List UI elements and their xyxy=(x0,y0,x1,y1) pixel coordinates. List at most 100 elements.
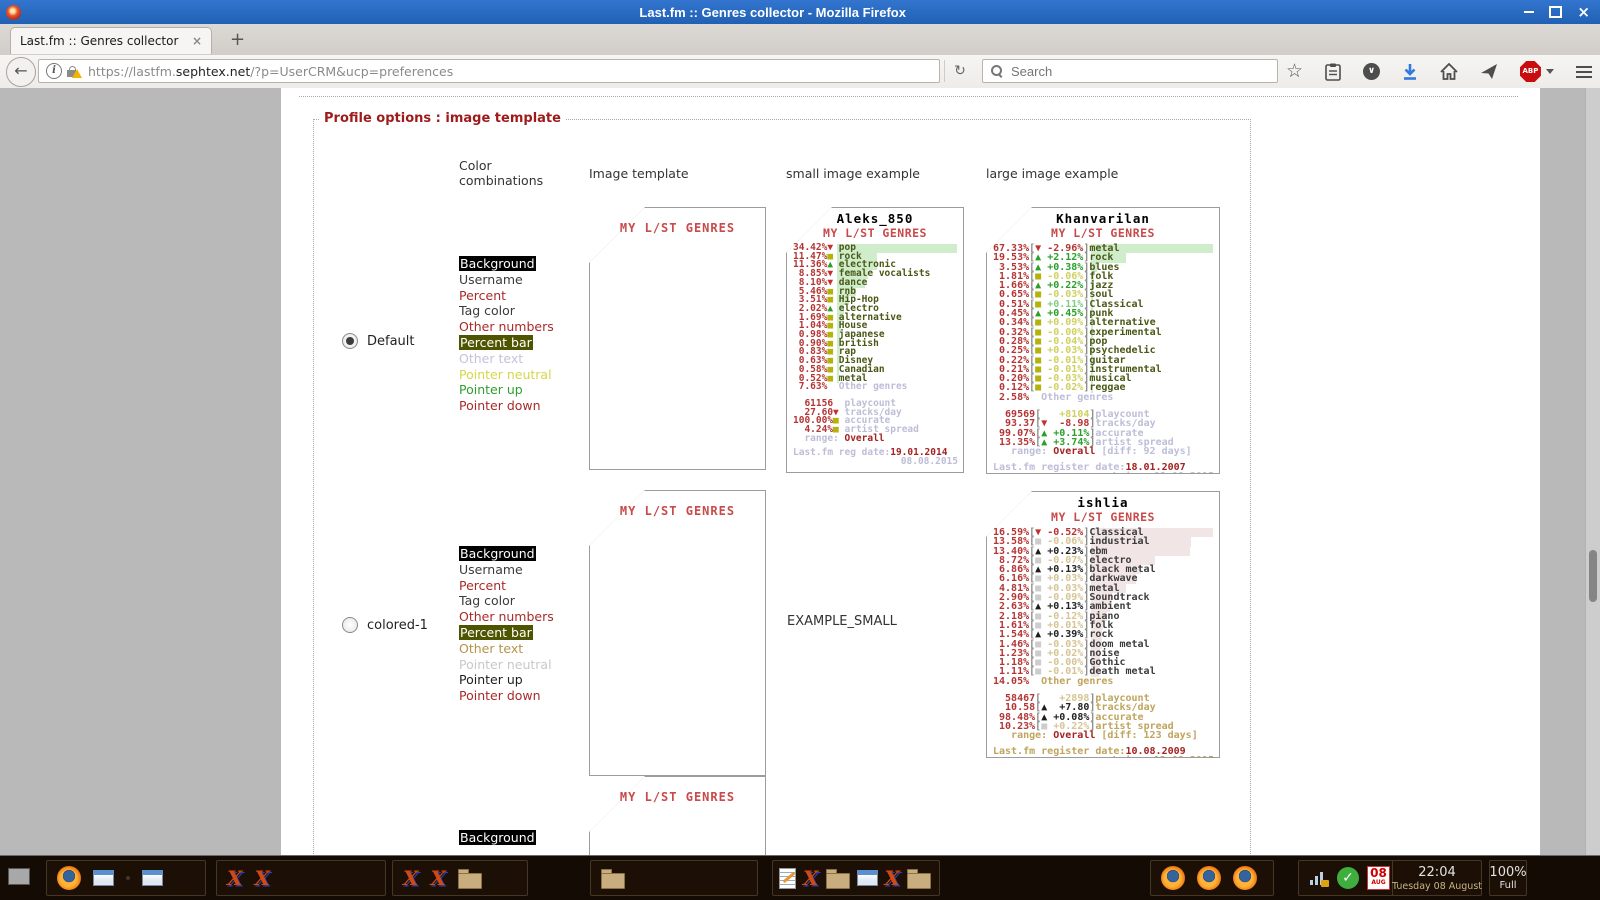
range-row: range: Overall xyxy=(787,435,963,444)
key-other-numbers: Other numbers xyxy=(459,609,554,624)
tab-title: Last.fm :: Genres collector xyxy=(20,34,186,48)
back-button[interactable]: ← xyxy=(6,57,36,87)
range-row: range: Overall [diff: 92 days] xyxy=(987,447,1219,456)
xterm-icon[interactable]: X xyxy=(431,868,447,888)
color-key-list-partial: Background xyxy=(459,830,536,845)
folder-icon[interactable] xyxy=(601,873,625,889)
template-title: MY L/ST GENRES xyxy=(589,504,766,518)
maximize-icon[interactable] xyxy=(1549,6,1562,18)
url-domain: sephtex.net xyxy=(176,64,250,79)
other-genres-row: 14.05% Other genres xyxy=(987,677,1219,686)
xterm-icon[interactable]: X xyxy=(885,868,901,888)
key-username: Username xyxy=(459,272,523,287)
insecure-lock-icon[interactable] xyxy=(66,63,82,79)
folder-icon[interactable] xyxy=(458,873,482,889)
column-header-template: Image template xyxy=(589,166,689,181)
folder-icon[interactable] xyxy=(907,873,931,889)
battery-state: Full xyxy=(1499,880,1516,891)
notepad-icon[interactable] xyxy=(779,868,796,889)
adblock-plus-icon[interactable]: ABP xyxy=(1520,61,1541,82)
xterm-icon[interactable]: X xyxy=(403,868,419,888)
chevron-down-icon[interactable] xyxy=(1546,69,1554,74)
other-genres-row: 2.58% Other genres xyxy=(987,393,1219,402)
fieldset-legend: Profile options : image template xyxy=(319,111,566,126)
folder-icon[interactable] xyxy=(826,873,850,889)
window-icon[interactable] xyxy=(857,870,878,886)
scrollbar-thumb[interactable] xyxy=(1589,550,1597,602)
key-username: Username xyxy=(459,562,523,577)
key-other-text: Other text xyxy=(459,351,523,366)
window-icon[interactable] xyxy=(142,870,163,886)
column-header-colors: Color combinations xyxy=(459,158,565,188)
radio-colored-1[interactable] xyxy=(342,617,358,633)
tab-close-icon[interactable]: × xyxy=(192,34,202,48)
share-icon[interactable] xyxy=(1480,63,1498,80)
taskbar: X X X X X X ✓ xyxy=(0,855,1600,900)
url-bar[interactable]: i https://lastfm.sephtex.net/?p=UserCRM&… xyxy=(38,59,940,83)
new-tab-button[interactable]: + xyxy=(230,29,245,50)
tab-genres-collector[interactable]: Last.fm :: Genres collector × xyxy=(10,27,212,54)
firefox-icon[interactable] xyxy=(1233,866,1257,890)
calendar-icon[interactable]: 08 AUG xyxy=(1367,866,1390,890)
update-ok-icon[interactable]: ✓ xyxy=(1337,867,1359,889)
small-example-image: Aleks_850MY L/ST GENRES34.42%▼ pop11.47%… xyxy=(786,207,964,473)
column-header-small: small image example xyxy=(786,166,920,181)
large-example-image: ishliaMY L/ST GENRES16.59%[▼ -0.52%]Clas… xyxy=(986,491,1220,758)
key-tag-color: Tag color xyxy=(459,593,515,608)
window-icon[interactable] xyxy=(93,870,114,886)
network-signal-icon[interactable] xyxy=(1309,869,1329,887)
profile-options-fieldset: Profile options : image template Color c… xyxy=(313,119,1251,855)
reload-icon[interactable]: ↻ xyxy=(944,60,975,82)
firefox-active-task[interactable] xyxy=(126,876,130,880)
home-icon[interactable] xyxy=(1440,63,1458,80)
url-path: /?p=UserCRM&ucp=preferences xyxy=(250,64,453,79)
firefox-icon[interactable] xyxy=(1161,866,1185,890)
taskbar-group-5: X X xyxy=(772,860,940,896)
option-row-default: Default xyxy=(342,333,415,349)
key-background: Background xyxy=(459,830,536,845)
close-icon[interactable]: × xyxy=(1577,5,1590,20)
example-username: Khanvarilan xyxy=(987,211,1219,226)
pocket-icon[interactable]: ∨ xyxy=(1363,63,1380,80)
color-key-list-default: Background Username Percent Tag color Ot… xyxy=(459,256,554,414)
xterm-icon[interactable]: X xyxy=(255,868,271,888)
desktop-screen: Last.fm :: Genres collector - Mozilla Fi… xyxy=(0,0,1600,900)
page-content: Profile options : image template Color c… xyxy=(281,88,1540,855)
template-title: MY L/ST GENRES xyxy=(589,790,766,804)
battery-widget[interactable]: 100% Full xyxy=(1489,860,1527,896)
window-controls: × xyxy=(1524,5,1590,20)
xterm-icon[interactable]: X xyxy=(803,868,819,888)
search-input[interactable] xyxy=(1009,63,1277,80)
clock-widget[interactable]: 22:04 Tuesday 08 August xyxy=(1392,860,1482,896)
vertical-scrollbar[interactable] xyxy=(1585,88,1600,855)
radio-default[interactable] xyxy=(342,333,358,349)
url-scheme: https://lastfm. xyxy=(88,64,176,79)
minimize-icon[interactable] xyxy=(1524,11,1534,13)
search-field[interactable] xyxy=(982,59,1278,83)
taskbar-group-1 xyxy=(46,860,206,896)
option-row-colored-1: colored-1 xyxy=(342,617,428,633)
lock-icon xyxy=(1321,880,1329,887)
firefox-icon[interactable] xyxy=(1197,866,1221,890)
radio-label: Default xyxy=(367,334,415,349)
download-icon[interactable] xyxy=(1402,63,1418,81)
small-example-alt-text: EXAMPLE_SMALL xyxy=(787,614,897,629)
firefox-logo-icon xyxy=(6,5,21,20)
show-desktop-button[interactable] xyxy=(8,868,30,885)
bookmark-star-icon[interactable]: ☆ xyxy=(1286,62,1303,81)
taskbar-group-2: X X xyxy=(216,860,386,896)
example-header: MY L/ST GENRES xyxy=(987,510,1219,524)
reading-list-icon[interactable] xyxy=(1325,63,1341,81)
navigation-toolbar: ← i https://lastfm.sephtex.net/?p=UserCR… xyxy=(0,55,1600,89)
firefox-icon[interactable] xyxy=(57,866,81,890)
search-icon xyxy=(990,64,1004,78)
system-tray: ✓ 08 AUG xyxy=(1298,860,1402,896)
image-template-box: MY L/ST GENRES xyxy=(589,207,766,470)
key-percent-bar: Percent bar xyxy=(459,335,533,350)
info-icon[interactable]: i xyxy=(46,63,62,79)
radio-label: colored-1 xyxy=(367,618,428,633)
menu-icon[interactable] xyxy=(1576,66,1592,78)
dotted-divider xyxy=(299,96,1518,97)
range-row: range: Overall [diff: 123 days] xyxy=(987,731,1219,740)
xterm-icon[interactable]: X xyxy=(227,868,243,888)
